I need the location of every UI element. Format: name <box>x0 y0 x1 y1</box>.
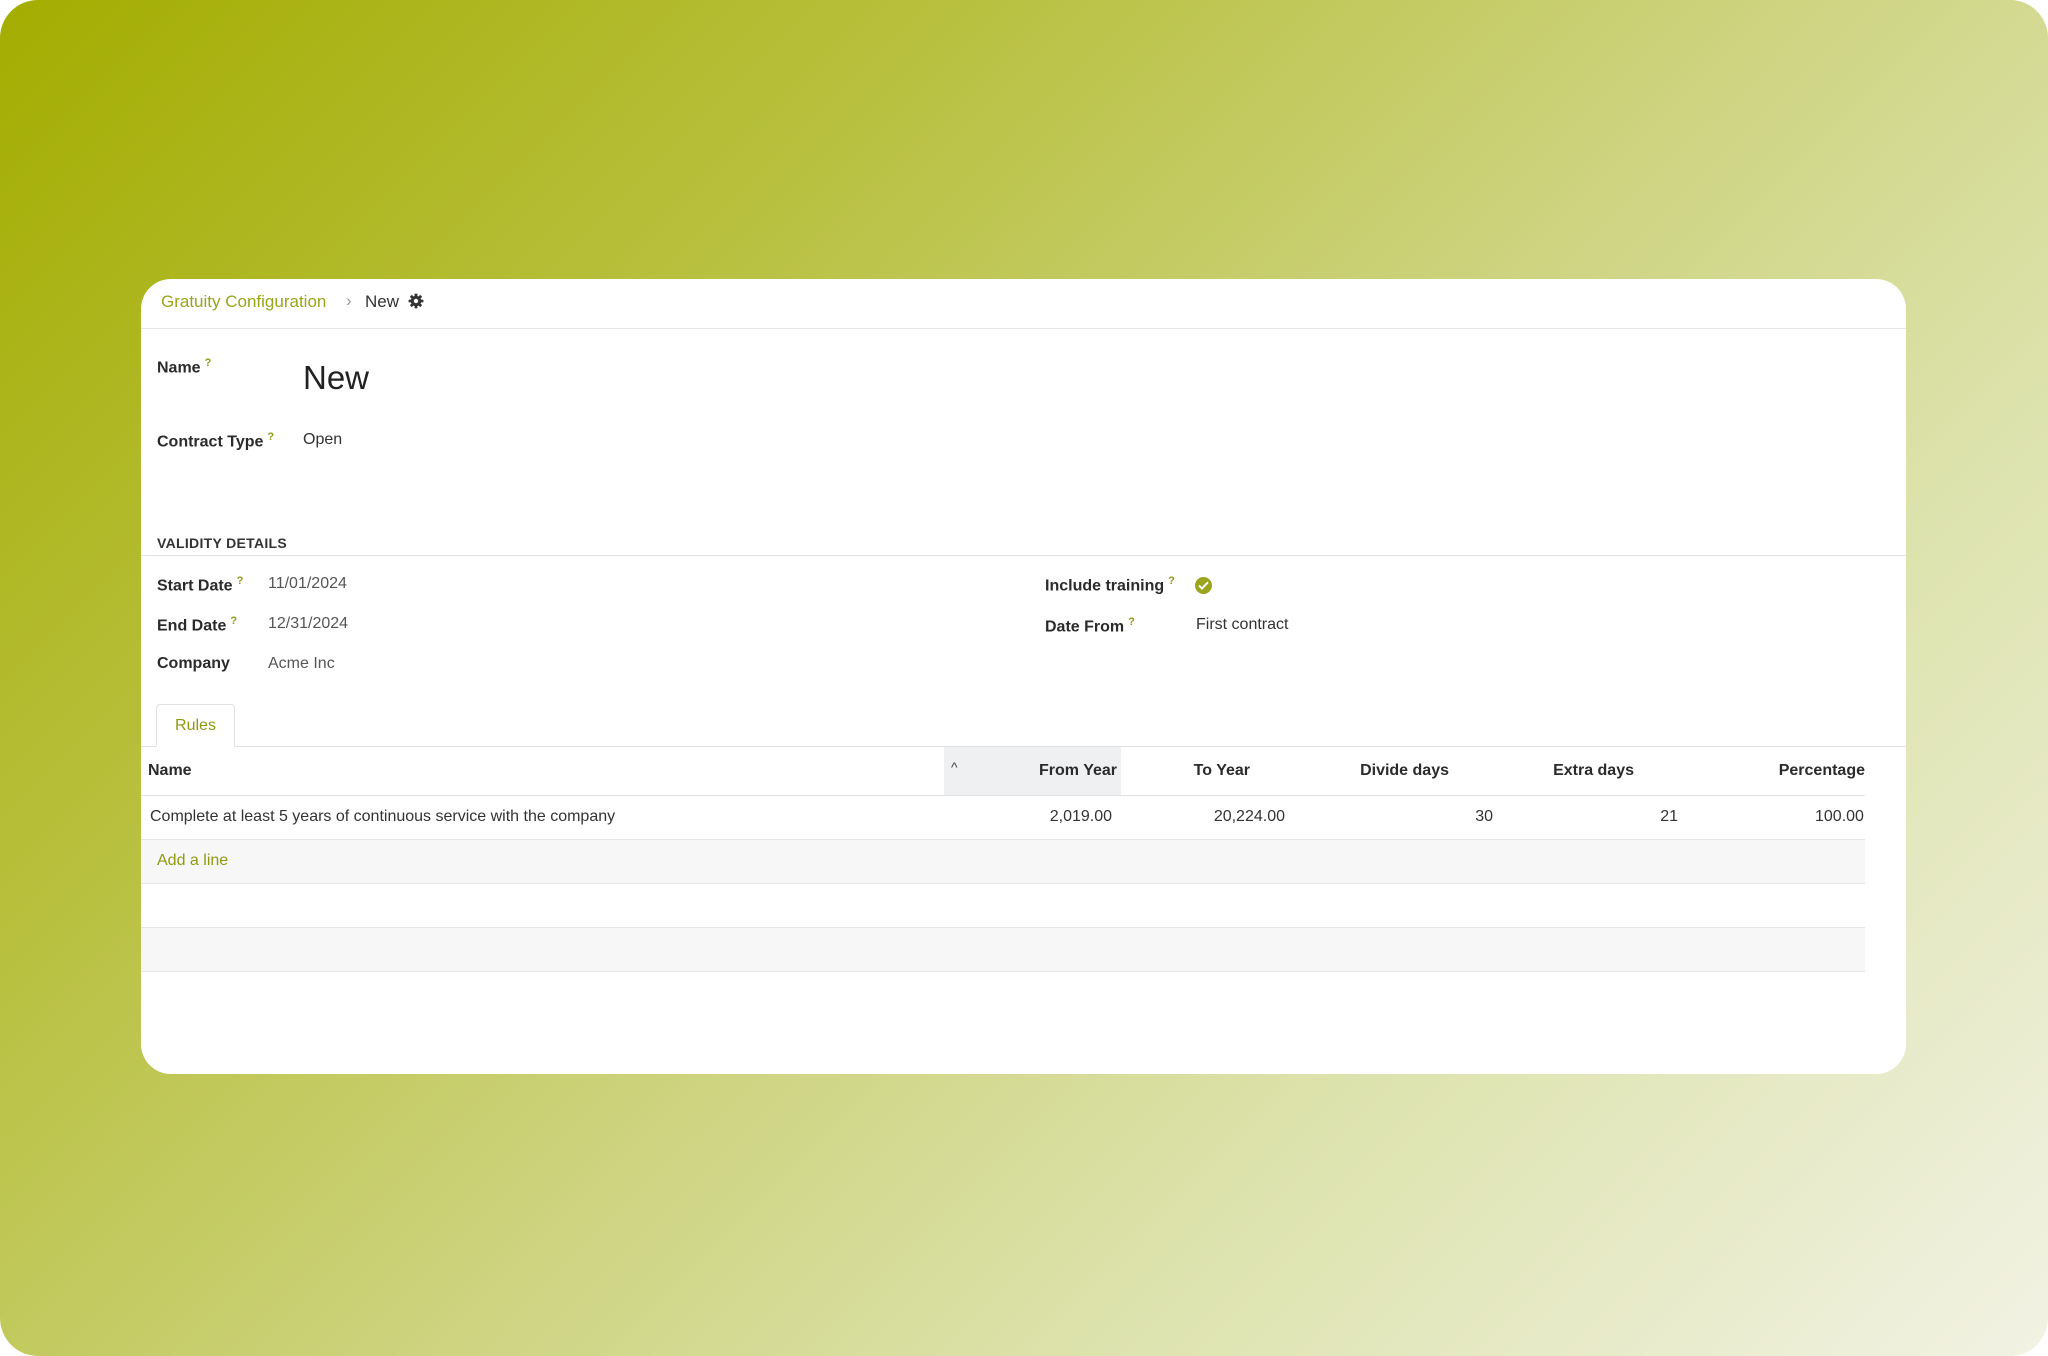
gear-icon[interactable] <box>408 293 424 309</box>
help-mark[interactable]: ? <box>230 615 237 627</box>
rules-table: ^ Name From Year To Year Divide days Ext… <box>141 747 1865 972</box>
to-year-cell[interactable]: 20,224.00 <box>1214 808 1285 826</box>
start-date-label-text: Start Date <box>157 577 233 595</box>
end-date-field[interactable]: 12/31/2024 <box>268 615 348 633</box>
help-mark[interactable]: ? <box>237 575 244 587</box>
breadcrumb-current: New <box>365 292 400 311</box>
help-mark[interactable]: ? <box>205 357 212 369</box>
date-from-label: Date From? <box>1045 616 1135 636</box>
column-header-extra-days[interactable]: Extra days <box>1553 762 1634 780</box>
column-header-name[interactable]: Name <box>148 762 192 780</box>
validity-section-title: VALIDITY DETAILS <box>157 535 288 551</box>
include-training-label: Include training? <box>1045 575 1175 595</box>
rule-name-cell[interactable]: Complete at least 5 years of continuous … <box>150 808 615 826</box>
name-label: Name? <box>157 357 211 377</box>
empty-row <box>141 884 1865 928</box>
check-icon <box>1198 581 1209 590</box>
tab-rules[interactable]: Rules <box>156 704 235 747</box>
column-header-percentage[interactable]: Percentage <box>1779 762 1865 780</box>
name-field[interactable]: New <box>303 359 369 397</box>
column-header-from-year[interactable]: From Year <box>1039 762 1117 780</box>
date-from-field[interactable]: First contract <box>1196 616 1288 634</box>
help-mark[interactable]: ? <box>1128 616 1135 628</box>
extra-days-cell[interactable]: 21 <box>1660 808 1678 826</box>
include-training-label-text: Include training <box>1045 577 1165 595</box>
name-label-text: Name <box>157 359 201 377</box>
include-training-checkbox[interactable] <box>1195 577 1212 594</box>
help-mark[interactable]: ? <box>1168 575 1175 587</box>
contract-type-label-text: Contract Type <box>157 433 264 451</box>
contract-type-field[interactable]: Open <box>303 431 342 449</box>
table-row[interactable]: Complete at least 5 years of continuous … <box>141 796 1865 840</box>
from-year-cell[interactable]: 2,019.00 <box>1050 808 1112 826</box>
contract-type-label: Contract Type? <box>157 431 274 451</box>
column-header-divide-days[interactable]: Divide days <box>1360 762 1449 780</box>
breadcrumb: Gratuity Configuration › New <box>141 279 1906 329</box>
empty-row <box>141 928 1865 972</box>
end-date-label-text: End Date <box>157 617 227 635</box>
end-date-label: End Date? <box>157 615 237 635</box>
section-divider <box>141 555 1906 556</box>
start-date-field[interactable]: 11/01/2024 <box>268 575 347 593</box>
form-window: Gratuity Configuration › New Name ? New … <box>141 279 1906 1074</box>
company-field[interactable]: Acme Inc <box>268 655 335 673</box>
breadcrumb-parent-link[interactable]: Gratuity Configuration <box>161 292 326 312</box>
add-line-row: Add a line <box>141 840 1865 884</box>
percentage-cell[interactable]: 100.00 <box>1815 808 1864 826</box>
date-from-label-text: Date From <box>1045 618 1125 636</box>
table-header: ^ Name From Year To Year Divide days Ext… <box>141 747 1865 796</box>
start-date-label: Start Date? <box>157 575 243 595</box>
company-label: Company <box>157 655 230 672</box>
column-header-to-year[interactable]: To Year <box>1194 762 1250 780</box>
breadcrumb-separator: › <box>346 291 352 310</box>
add-line-link[interactable]: Add a line <box>157 852 228 870</box>
help-mark[interactable]: ? <box>267 431 274 443</box>
divide-days-cell[interactable]: 30 <box>1475 808 1493 826</box>
background: Gratuity Configuration › New Name ? New … <box>0 0 2048 1356</box>
caret-up-icon[interactable]: ^ <box>951 759 958 775</box>
